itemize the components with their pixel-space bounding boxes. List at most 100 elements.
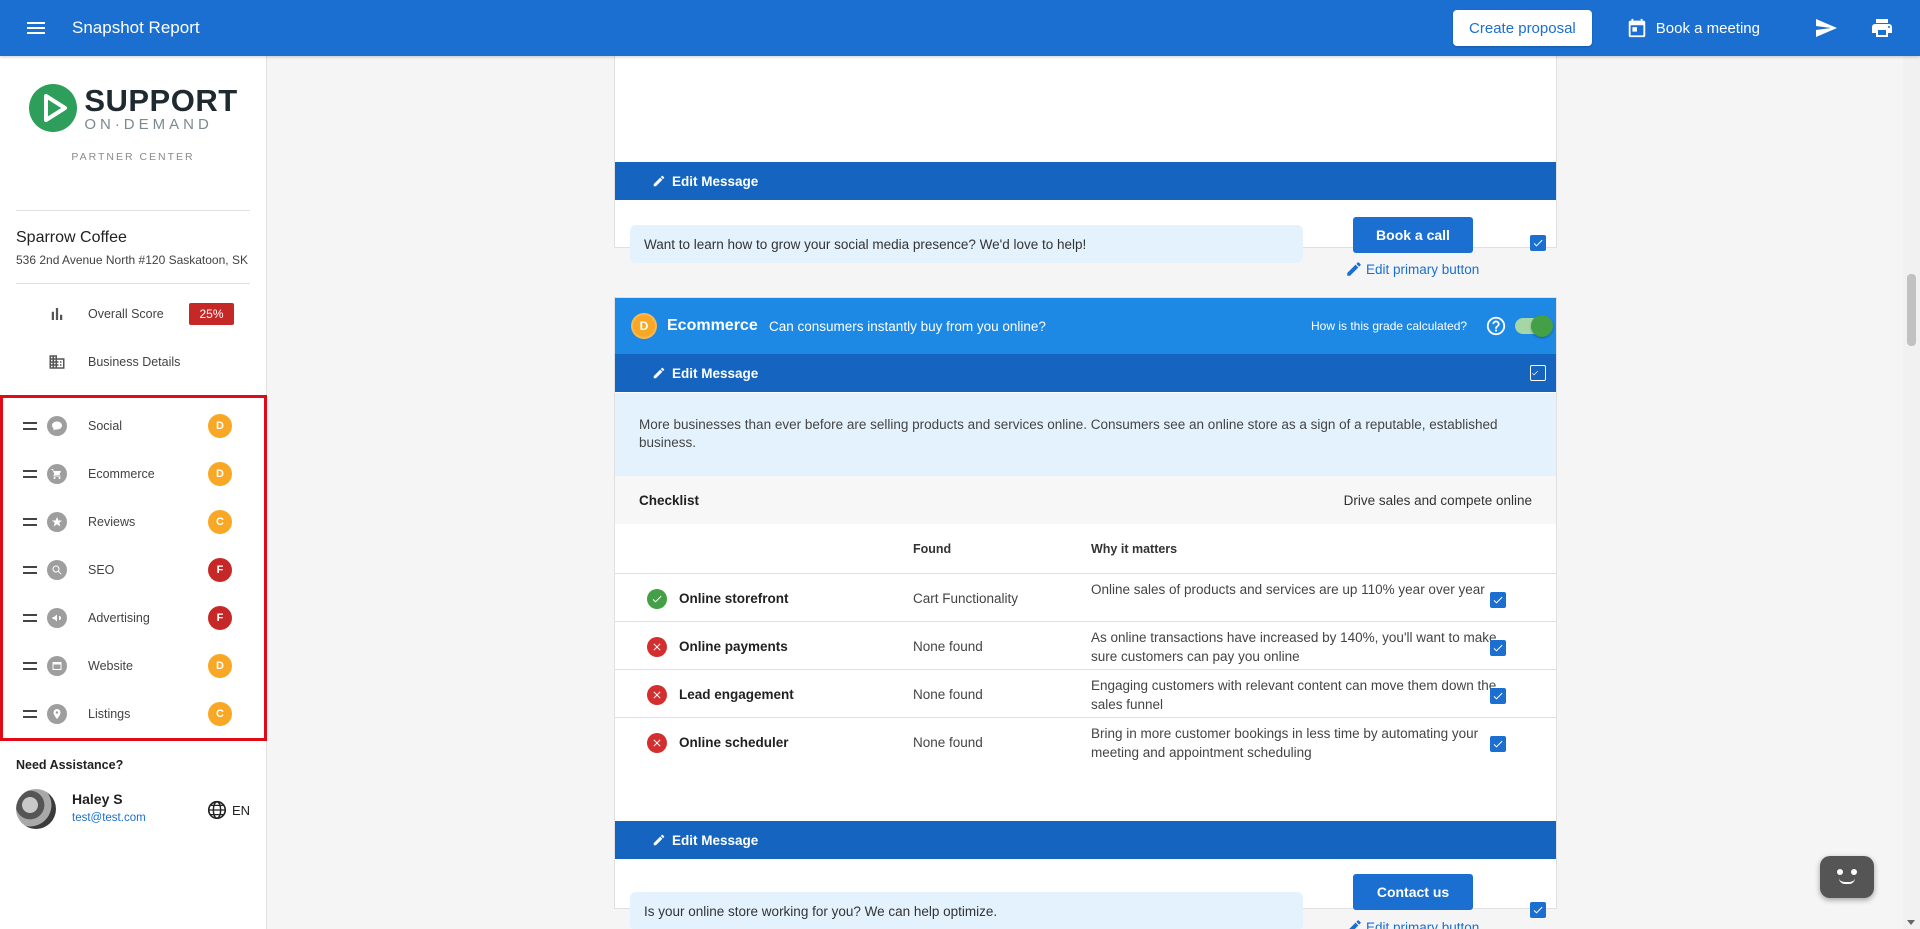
social-message-box[interactable]: Want to learn how to grow your social me… <box>630 225 1303 263</box>
row-include-checkbox[interactable] <box>1490 640 1506 656</box>
section-description: More businesses than ever before are sel… <box>615 393 1556 476</box>
need-assistance-heading: Need Assistance? <box>16 758 124 772</box>
section-item-ecommerce[interactable]: Ecommerce D <box>3 450 264 498</box>
section-item-website[interactable]: Website D <box>3 642 264 690</box>
nav-business-details[interactable]: Business Details <box>0 338 266 386</box>
row-include-checkbox[interactable] <box>1490 592 1506 608</box>
section-visibility-toggle[interactable] <box>1515 315 1553 337</box>
search-icon <box>47 560 67 580</box>
scrollbar-thumb[interactable] <box>1907 274 1916 346</box>
book-meeting-label: Book a meeting <box>1655 19 1760 37</box>
checklist-item-found: Cart Functionality <box>913 591 1019 606</box>
contact-us-button[interactable]: Contact us <box>1353 874 1473 910</box>
include-description-checkbox[interactable] <box>1530 365 1546 381</box>
edit-primary-button-link[interactable]: Edit primary button <box>1345 918 1479 929</box>
language-selector[interactable]: EN <box>206 799 250 821</box>
star-icon <box>47 512 67 532</box>
check-icon <box>1532 370 1538 376</box>
business-address: 536 2nd Avenue North #120 Saskatoon, SK <box>16 253 248 267</box>
pencil-icon <box>653 367 665 379</box>
help-circle-icon[interactable] <box>1485 315 1507 337</box>
pencil-icon <box>653 175 665 187</box>
check-icon <box>1493 740 1503 748</box>
business-info: Sparrow Coffee 536 2nd Avenue North #120… <box>0 211 266 283</box>
create-proposal-button[interactable]: Create proposal <box>1453 10 1592 46</box>
error-circle-icon <box>647 685 667 705</box>
drag-handle-icon[interactable] <box>23 710 37 718</box>
table-row: Lead engagement None found Engaging cust… <box>615 669 1556 717</box>
check-icon <box>1493 692 1503 700</box>
edit-message-bar[interactable]: Edit Message <box>615 354 1556 392</box>
drag-handle-icon[interactable] <box>23 566 37 574</box>
logo-text-ondemand: ON·DEMAND <box>84 115 213 133</box>
chat-bubble-icon <box>47 416 67 436</box>
table-row: Online storefront Cart Functionality Onl… <box>615 573 1556 621</box>
edit-message-label: Edit Message <box>672 173 759 189</box>
book-meeting-button[interactable]: Book a meeting <box>1626 17 1760 39</box>
drag-handle-icon[interactable] <box>23 614 37 622</box>
checklist-item-why: Online sales of products and services ar… <box>1091 582 1485 597</box>
print-icon <box>1872 19 1892 37</box>
ecommerce-message-box[interactable]: Is your online store working for you? We… <box>630 892 1303 929</box>
drag-handle-icon[interactable] <box>23 470 37 478</box>
section-grade-badge: D <box>631 313 657 339</box>
include-message-checkbox[interactable] <box>1530 902 1546 918</box>
checklist-item-name: Lead engagement <box>679 687 794 702</box>
chat-bot-mouth <box>1839 878 1855 884</box>
send-button[interactable] <box>1798 0 1854 56</box>
scroll-down-arrow-icon[interactable] <box>1907 920 1915 925</box>
book-a-call-button[interactable]: Book a call <box>1353 217 1473 253</box>
building-icon <box>48 353 66 371</box>
contact-card: Haley S test@test.com EN <box>16 789 256 833</box>
chat-widget-button[interactable] <box>1820 856 1874 898</box>
checklist-subtitle: Drive sales and compete online <box>1343 492 1532 508</box>
overall-score-label: Overall Score <box>88 307 164 321</box>
drag-handle-icon[interactable] <box>23 518 37 526</box>
partner-center-label: PARTNER CENTER <box>71 151 195 163</box>
edit-message-bar[interactable]: Edit Message <box>615 162 1556 200</box>
include-message-checkbox[interactable] <box>1530 235 1546 251</box>
browser-icon <box>47 656 67 676</box>
grade-calculation-link[interactable]: How is this grade calculated? <box>1311 319 1467 333</box>
section-label: Social <box>88 419 123 433</box>
error-circle-icon <box>647 733 667 753</box>
chat-bot-eye <box>1851 869 1857 875</box>
edit-message-label: Edit Message <box>672 365 759 381</box>
business-details-label: Business Details <box>88 355 181 369</box>
section-item-social[interactable]: Social D <box>3 402 264 450</box>
main-content: Edit Message Want to learn how to grow y… <box>267 56 1903 929</box>
section-item-listings[interactable]: Listings C <box>3 690 264 738</box>
send-icon <box>1816 19 1837 37</box>
hamburger-icon <box>27 22 45 34</box>
checklist-item-name: Online payments <box>679 639 788 654</box>
drag-handle-icon[interactable] <box>23 662 37 670</box>
cart-icon <box>47 464 67 484</box>
edit-message-label: Edit Message <box>672 832 759 848</box>
edit-message-bar[interactable]: Edit Message <box>615 821 1556 859</box>
play-logo-icon <box>29 84 78 132</box>
calendar-icon <box>1628 18 1646 38</box>
grade-badge: C <box>208 702 232 726</box>
check-icon <box>1493 644 1503 652</box>
section-item-advertising[interactable]: Advertising F <box>3 594 264 642</box>
column-header-found: Found <box>913 542 952 556</box>
report-sections-list: Social D Ecommerce D Reviews C SEO F Adv… <box>0 395 267 741</box>
row-include-checkbox[interactable] <box>1490 688 1506 704</box>
chat-bot-eye <box>1837 869 1843 875</box>
grade-badge: D <box>208 462 232 486</box>
edit-primary-button-link[interactable]: Edit primary button <box>1345 260 1479 278</box>
drag-handle-icon[interactable] <box>23 422 37 430</box>
contact-email-link[interactable]: test@test.com <box>72 812 146 824</box>
section-item-reviews[interactable]: Reviews C <box>3 498 264 546</box>
section-subtitle: Can consumers instantly buy from you onl… <box>769 318 1046 334</box>
row-include-checkbox[interactable] <box>1490 736 1506 752</box>
nav-overall-score[interactable]: Overall Score 25% <box>0 290 266 338</box>
menu-button[interactable] <box>0 0 72 56</box>
contact-name: Haley S <box>72 791 123 807</box>
divider <box>16 283 250 284</box>
ecommerce-section-card: D Ecommerce Can consumers instantly buy … <box>614 297 1557 929</box>
section-label: Reviews <box>88 515 136 529</box>
print-button[interactable] <box>1854 0 1910 56</box>
page-scrollbar[interactable] <box>1903 56 1920 929</box>
section-item-seo[interactable]: SEO F <box>3 546 264 594</box>
